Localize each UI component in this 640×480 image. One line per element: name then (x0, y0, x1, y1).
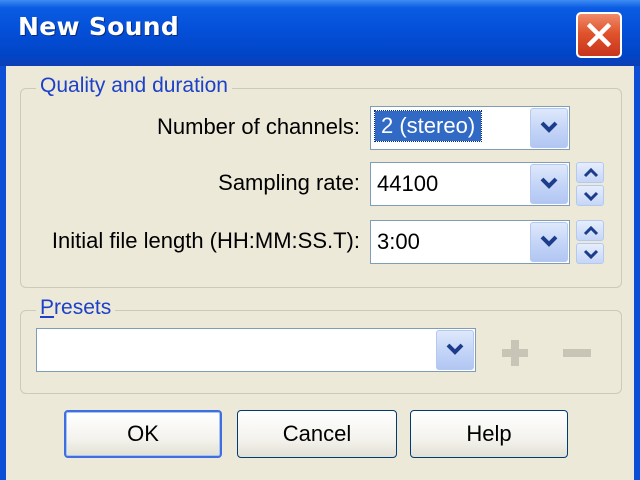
quality-group-title: Quality and duration (36, 74, 232, 98)
window-frame-right (634, 66, 640, 480)
sampling-rate-dropdown-button[interactable] (530, 164, 568, 204)
chevron-down-icon (540, 121, 558, 133)
channels-value: 2 (stereo) (373, 110, 483, 142)
window-frame-left (0, 66, 6, 480)
channels-dropdown-button[interactable] (530, 108, 568, 148)
help-button[interactable]: Help (410, 410, 568, 458)
plus-icon[interactable] (498, 336, 532, 370)
chevron-down-icon (446, 343, 464, 355)
file-length-label: Initial file length (HH:MM:SS.T): (51, 228, 360, 253)
arrow-up-icon (583, 168, 599, 178)
channels-select[interactable]: 2 (stereo) (370, 106, 570, 150)
file-length-value: 3:00 (377, 229, 420, 254)
close-icon (586, 22, 612, 48)
ok-button[interactable]: OK (64, 410, 222, 458)
title-bar[interactable]: New Sound (0, 0, 640, 66)
arrow-down-icon (583, 191, 599, 201)
sampling-rate-down-button[interactable] (576, 185, 604, 206)
file-length-combo[interactable]: 3:00 (370, 220, 570, 264)
file-length-spinner[interactable] (576, 220, 604, 264)
presets-title-rest: resets (54, 296, 112, 319)
sampling-rate-label: Sampling rate: (218, 170, 360, 195)
sampling-rate-value: 44100 (377, 171, 439, 196)
chevron-down-icon (540, 177, 558, 189)
window-title: New Sound (18, 12, 180, 41)
minus-icon[interactable] (560, 336, 594, 370)
sampling-rate-up-button[interactable] (576, 162, 604, 183)
presets-group-title: Presets (36, 296, 116, 320)
presets-title-mnemonic: P (40, 296, 55, 319)
sampling-rate-combo[interactable]: 44100 (370, 162, 570, 206)
file-length-dropdown-button[interactable] (530, 222, 568, 262)
arrow-up-icon (583, 226, 599, 236)
file-length-up-button[interactable] (576, 220, 604, 241)
presets-select[interactable] (36, 328, 476, 372)
channels-label: Number of channels: (157, 114, 360, 139)
sampling-rate-spinner[interactable] (576, 162, 604, 206)
chevron-down-icon (540, 235, 558, 247)
cancel-button[interactable]: Cancel (237, 410, 397, 458)
arrow-down-icon (583, 249, 599, 259)
file-length-down-button[interactable] (576, 243, 604, 264)
presets-dropdown-button[interactable] (436, 330, 474, 370)
close-button[interactable] (576, 12, 622, 58)
